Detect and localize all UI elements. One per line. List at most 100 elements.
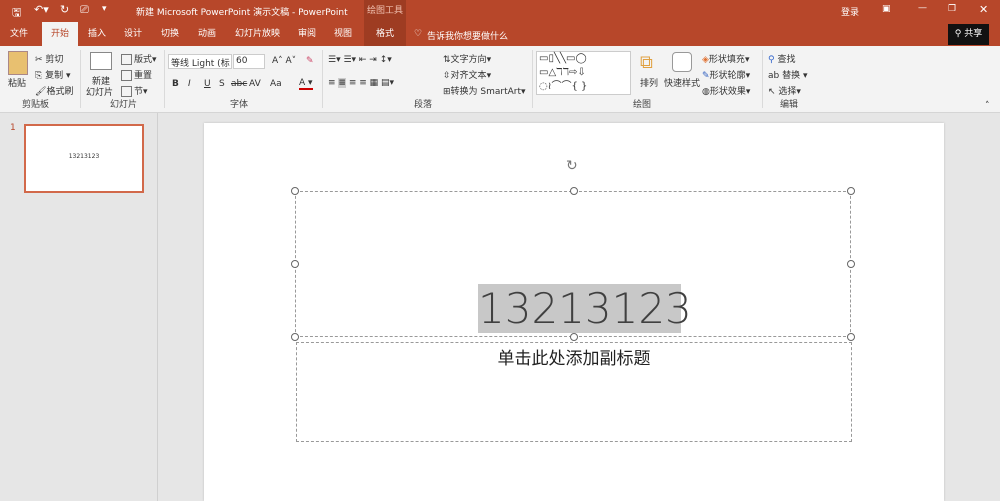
tab-animations[interactable]: 动画 — [192, 22, 222, 46]
select-button[interactable]: ↖ 选择▾ — [768, 84, 801, 97]
font-size-select[interactable]: 60 — [233, 54, 265, 69]
clear-format-icon[interactable]: ✎ — [306, 56, 314, 66]
subtitle-text[interactable]: 单击此处添加副标题 — [296, 344, 852, 369]
strikethrough-button[interactable]: abc — [231, 79, 247, 89]
align-text-button[interactable]: ⇳对齐文本▾ — [443, 68, 491, 81]
shape-fill-label: 形状填充 — [708, 55, 745, 65]
font-size-value: 60 — [236, 56, 248, 66]
underline-button[interactable]: U — [204, 79, 211, 89]
context-tools-label: 绘图工具 — [364, 0, 406, 22]
tab-file[interactable]: 文件 — [4, 22, 34, 46]
char-spacing-button[interactable]: AV — [249, 79, 261, 89]
ribbon-display-icon[interactable]: ▣ — [882, 4, 891, 14]
group-font-label: 字体 — [230, 100, 249, 110]
layout-label: 版式 — [134, 55, 153, 65]
font-color-button[interactable]: A ▾ — [299, 78, 313, 90]
shape-effects-button[interactable]: ◍形状效果▾ — [702, 84, 750, 97]
shape-effects-label: 形状效果 — [709, 87, 746, 97]
replace-button[interactable]: ab 替换 ▾ — [768, 68, 808, 81]
tab-insert[interactable]: 插入 — [82, 22, 112, 46]
text-direction-button[interactable]: ⇅文字方向▾ — [443, 52, 491, 65]
login-link[interactable]: 登录 — [841, 5, 859, 18]
slide-thumbnail[interactable]: 13213123 — [24, 124, 144, 193]
tab-format[interactable]: 格式 — [364, 22, 406, 46]
bullets-icon[interactable]: ☰▾ ☰▾ ⇤ ⇥ ↕▾ — [328, 55, 392, 65]
quick-styles-icon[interactable] — [672, 52, 692, 72]
format-painter-label: 格式刷 — [46, 87, 74, 97]
resize-handle[interactable] — [291, 187, 299, 195]
smartart-label: 转换为 SmartArt — [450, 87, 522, 97]
replace-label: 替换 — [782, 71, 801, 81]
format-painter-button[interactable]: 🖌格式刷 — [35, 84, 73, 97]
share-button[interactable]: ⚲ 共享 — [948, 24, 989, 45]
smartart-button[interactable]: ⊞转换为 SmartArt▾ — [443, 84, 526, 97]
tell-me-input[interactable]: 告诉我你想要做什么 — [427, 29, 508, 42]
resize-handle[interactable] — [291, 333, 299, 341]
ribbon: 粘贴 ✂ 剪切 ⎘ 复制 ▾ 🖌格式刷 剪贴板 新建 幻灯片 版式▾ 重置 节▾… — [0, 46, 1000, 113]
resize-handle[interactable] — [847, 260, 855, 268]
shadow-button[interactable]: S — [219, 79, 225, 89]
shape-fill-button[interactable]: ◈形状填充▾ — [702, 52, 749, 65]
tab-view[interactable]: 视图 — [328, 22, 358, 46]
bold-button[interactable]: B — [172, 79, 179, 89]
paste-icon[interactable] — [8, 51, 28, 75]
font-name-select[interactable]: 等线 Light (标 — [168, 54, 232, 69]
align-text-label: 对齐文本 — [450, 71, 487, 81]
customize-icon[interactable]: ▾ — [102, 4, 107, 14]
title-text[interactable]: 13213123 — [478, 284, 692, 333]
tab-review[interactable]: 审阅 — [292, 22, 322, 46]
change-case-button[interactable]: Aa — [270, 79, 282, 89]
tab-home[interactable]: 开始 — [42, 22, 78, 46]
lightbulb-icon: ♡ — [414, 29, 423, 39]
collapse-ribbon-icon[interactable]: ˄ — [985, 101, 990, 111]
shapes-gallery[interactable]: ▭▯╲╲▭◯ ▭△ℸℸ⇨⇩ ◌≀⌒⌒{ } — [536, 51, 631, 95]
tab-design[interactable]: 设计 — [118, 22, 148, 46]
resize-handle[interactable] — [570, 187, 578, 195]
italic-button[interactable]: I — [188, 79, 191, 89]
resize-handle[interactable] — [291, 260, 299, 268]
group-drawing-label: 绘图 — [633, 100, 652, 110]
cut-button[interactable]: ✂ 剪切 — [35, 52, 63, 65]
group-editing-label: 编辑 — [780, 100, 799, 110]
copy-label: 复制 — [45, 71, 64, 81]
tab-slideshow[interactable]: 幻灯片放映 — [230, 22, 285, 46]
group-paragraph-label: 段落 — [414, 100, 433, 110]
restore-icon[interactable]: ❐ — [948, 4, 956, 14]
new-slide-icon[interactable] — [90, 52, 112, 70]
select-label: 选择 — [778, 87, 797, 97]
save-icon[interactable]: 🖫 — [12, 4, 21, 23]
group-slides-label: 幻灯片 — [110, 100, 138, 110]
paste-button[interactable]: 粘贴 — [8, 76, 26, 89]
title-bar: 🖫 ↶▾ ↻ ⎚ ▾ 新建 Microsoft PowerPoint 演示文稿 … — [0, 0, 1000, 22]
group-clipboard-label: 剪贴板 — [22, 100, 50, 110]
align-icons[interactable]: ≡ ≡ ≡ ≡ ▦ ▤▾ — [328, 78, 394, 88]
section-button[interactable]: 节▾ — [121, 84, 148, 97]
new-slide-label2[interactable]: 幻灯片 — [86, 85, 113, 98]
font-grow-icon[interactable]: A˄ A˅ — [272, 56, 296, 66]
redo-icon[interactable]: ↻ — [60, 3, 69, 16]
copy-button[interactable]: ⎘ 复制 ▾ — [35, 68, 70, 81]
arrange-icon[interactable]: ⧉ — [640, 52, 653, 73]
reset-label: 重置 — [134, 71, 153, 81]
resize-handle[interactable] — [570, 333, 578, 341]
present-icon[interactable]: ⎚ — [80, 3, 89, 17]
ribbon-tabs: 文件 开始 插入 设计 切换 动画 幻灯片放映 审阅 视图 格式 ♡ 告诉我你想… — [0, 22, 1000, 46]
minimize-icon[interactable]: — — [918, 3, 927, 13]
resize-handle[interactable] — [847, 333, 855, 341]
close-icon[interactable]: ✕ — [979, 3, 988, 16]
arrange-button[interactable]: 排列 — [640, 76, 658, 89]
rotate-handle-icon[interactable]: ↻ — [566, 158, 578, 174]
find-button[interactable]: ⚲ 查找 — [768, 52, 795, 65]
resize-handle[interactable] — [847, 187, 855, 195]
undo-icon[interactable]: ↶▾ — [34, 3, 49, 16]
layout-button[interactable]: 版式▾ — [121, 52, 157, 65]
tab-transitions[interactable]: 切换 — [155, 22, 185, 46]
cut-label: 剪切 — [45, 55, 64, 65]
quick-styles-button[interactable]: 快速样式 — [664, 76, 700, 89]
shape-outline-button[interactable]: ✎形状轮廓▾ — [702, 68, 750, 81]
slide-number: 1 — [10, 123, 16, 133]
window-title: 新建 Microsoft PowerPoint 演示文稿 - PowerPoin… — [136, 8, 348, 18]
font-name-value: 等线 Light (标 — [171, 59, 230, 69]
thumbnail-text: 13213123 — [68, 153, 100, 160]
reset-button[interactable]: 重置 — [121, 68, 152, 81]
